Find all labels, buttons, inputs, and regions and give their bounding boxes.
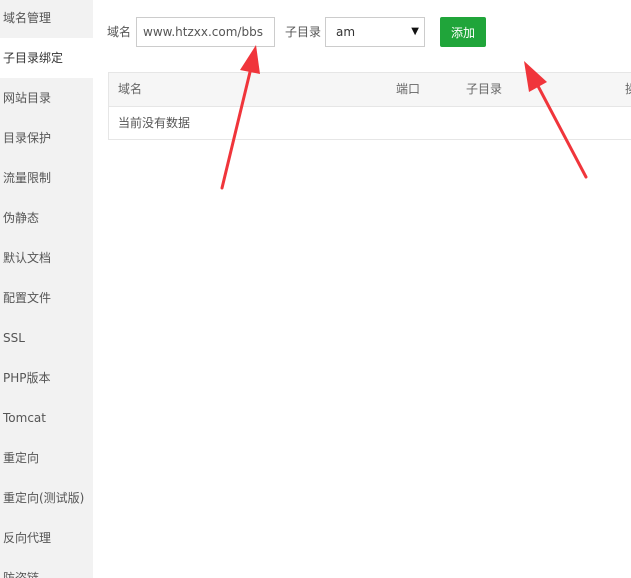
subdir-label: 子目录: [285, 25, 322, 39]
column-header-action: 操作: [625, 73, 631, 106]
sidebar-item-config-file[interactable]: 配置文件: [0, 278, 93, 318]
table-header: 域名 端口 子目录 操作: [109, 73, 631, 107]
sidebar-item-redirect-beta[interactable]: 重定向(测试版): [0, 478, 93, 518]
empty-state-text: 当前没有数据: [118, 116, 191, 130]
subdir-select-value: am: [336, 25, 356, 39]
add-button[interactable]: 添加: [440, 17, 486, 47]
sidebar: 域名管理 子目录绑定 网站目录 目录保护 流量限制 伪静态 默认文档 配置文件 …: [0, 0, 93, 578]
sidebar-item-rewrite[interactable]: 伪静态: [0, 198, 93, 238]
binding-table: 域名 端口 子目录 操作 当前没有数据: [108, 72, 631, 140]
sidebar-item-php-version[interactable]: PHP版本: [0, 358, 93, 398]
sidebar-item-traffic-limit[interactable]: 流量限制: [0, 158, 93, 198]
domain-label: 域名: [107, 25, 132, 39]
sidebar-item-redirect[interactable]: 重定向: [0, 438, 93, 478]
sidebar-item-ssl[interactable]: SSL: [0, 318, 93, 358]
sidebar-item-domain-management[interactable]: 域名管理: [0, 0, 93, 38]
sidebar-item-reverse-proxy[interactable]: 反向代理: [0, 518, 93, 558]
column-header-subdirectory: 子目录: [466, 82, 503, 96]
sidebar-item-tomcat[interactable]: Tomcat: [0, 398, 93, 438]
caret-down-icon: ▼: [411, 26, 419, 37]
column-header-port: 端口: [396, 82, 421, 96]
table-row: 当前没有数据: [109, 107, 631, 139]
sidebar-item-hotlink-protection[interactable]: 防盗链: [0, 558, 93, 578]
subdir-select[interactable]: am ▼: [325, 17, 425, 47]
sidebar-item-default-document[interactable]: 默认文档: [0, 238, 93, 278]
sidebar-item-directory-protection[interactable]: 目录保护: [0, 118, 93, 158]
domain-input[interactable]: [136, 17, 275, 47]
sidebar-item-subdirectory-binding[interactable]: 子目录绑定: [0, 38, 93, 78]
sidebar-item-site-directory[interactable]: 网站目录: [0, 78, 93, 118]
column-header-domain: 域名: [118, 82, 143, 96]
page: 域名管理 子目录绑定 网站目录 目录保护 流量限制 伪静态 默认文档 配置文件 …: [0, 0, 631, 578]
